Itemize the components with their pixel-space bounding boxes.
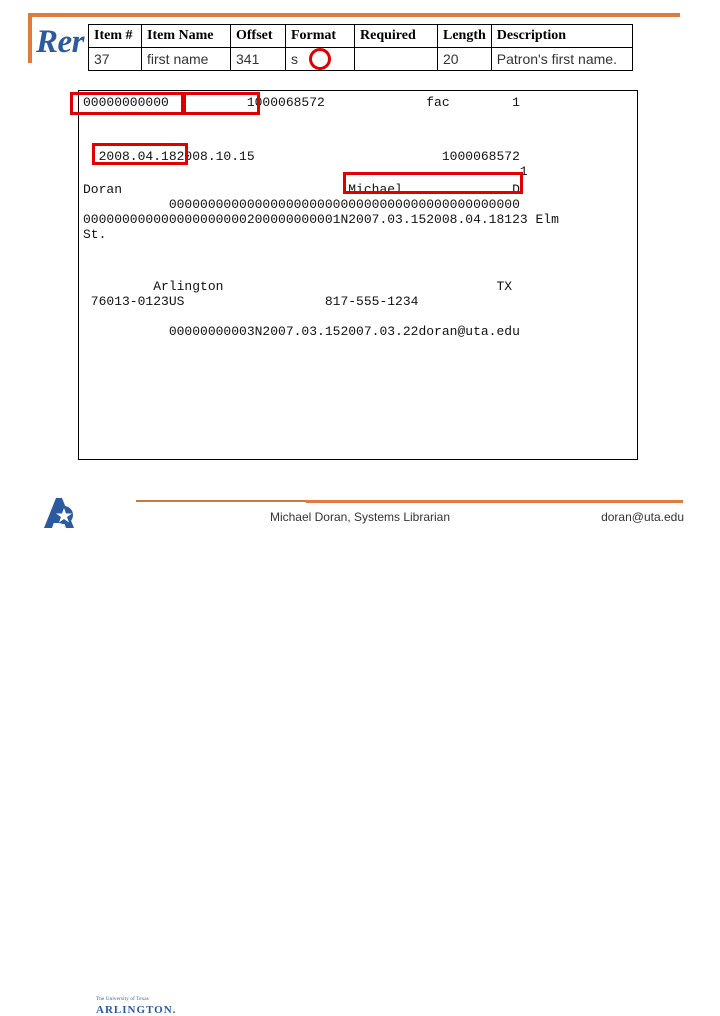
cell-format-value: s xyxy=(291,51,298,67)
column-header-item-no: Item # xyxy=(88,24,142,48)
cell-required xyxy=(354,47,438,71)
slide-accent-rule-vertical xyxy=(28,13,32,63)
table-row: 37 first name 341 s 20 Patron's first na… xyxy=(88,47,633,71)
uta-logo-line-1: The University of Texas xyxy=(96,997,149,1002)
raw-record-dump: 00000000000 1000068572 fac 1 2008.04.182… xyxy=(78,90,638,460)
uta-logo-line-2: ARLINGTON. xyxy=(96,1004,177,1016)
slide-accent-rule-horizontal xyxy=(28,13,680,17)
dump-line-8: St. xyxy=(83,227,107,242)
footer-rule-right xyxy=(306,500,683,503)
column-header-required: Required xyxy=(354,24,438,48)
column-header-offset: Offset xyxy=(230,24,286,48)
column-header-format: Format xyxy=(285,24,355,48)
page-title: Rer xyxy=(36,24,85,60)
dump-line-11: 76013-0123US 817-555-1234 xyxy=(83,294,419,309)
footer-email: doran@uta.edu xyxy=(601,510,684,524)
dump-line-1: 00000000000 1000068572 fac 1 xyxy=(83,95,520,110)
dump-line-3: 2008.04.182008.10.15 1000068572 xyxy=(83,149,520,164)
cell-item-name: first name xyxy=(141,47,231,71)
footer-rule-left xyxy=(136,500,306,502)
cell-offset: 341 xyxy=(230,47,286,71)
field-spec-table: Item # Item Name Offset Format Required … xyxy=(88,24,633,71)
red-circle-annotation-icon xyxy=(309,48,331,70)
dump-line-13: 00000000003N2007.03.152007.03.22doran@ut… xyxy=(83,324,520,339)
column-header-item-name: Item Name xyxy=(141,24,231,48)
cell-length: 20 xyxy=(437,47,492,71)
cell-description: Patron's first name. xyxy=(490,47,633,71)
dump-line-10: Arlington TX xyxy=(83,279,513,294)
dump-line-7: 000000000000000000000200000000001N2007.0… xyxy=(83,212,559,227)
dump-line-5: Doran Michael D xyxy=(83,182,520,197)
column-header-description: Description xyxy=(490,24,633,48)
dump-line-6: 0000000000000000000000000000000000000000… xyxy=(83,197,520,212)
column-header-length: Length xyxy=(437,24,492,48)
dump-line-4: 1 xyxy=(83,164,528,179)
cell-format: s xyxy=(285,47,355,71)
cell-item-no: 37 xyxy=(88,47,142,71)
table-header-row: Item # Item Name Offset Format Required … xyxy=(88,24,633,48)
